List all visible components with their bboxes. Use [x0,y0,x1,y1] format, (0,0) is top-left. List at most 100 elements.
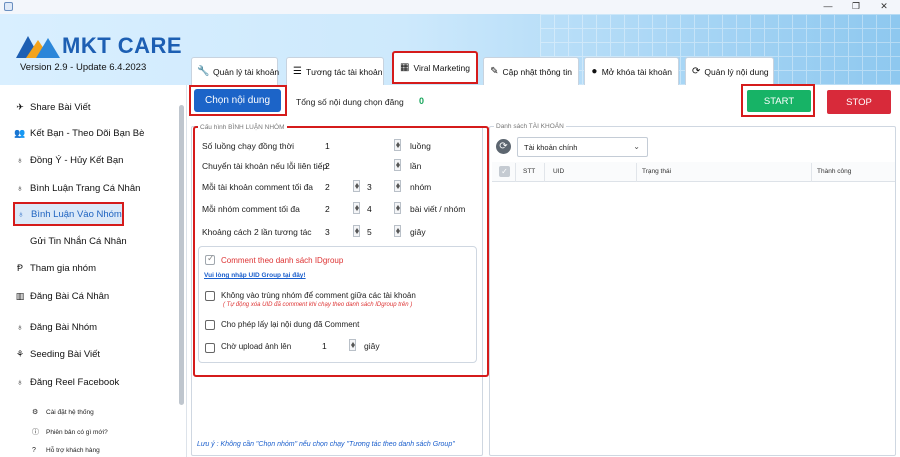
column-divider [515,163,516,182]
user-check-icon: ♁ [16,155,24,165]
pencil-icon: ✎ [490,66,499,77]
switch-account-stepper[interactable] [394,159,401,171]
switch-account-unit: lần [410,161,422,171]
comments-per-account-from-stepper[interactable] [353,180,360,192]
help-icon: ? [32,446,36,454]
info-icon: ⓘ [32,429,39,436]
reuse-comment-label: Cho phép lấy lại nội dung đã Comment [221,320,360,329]
interval-from-stepper[interactable] [353,225,360,237]
wait-upload-value[interactable]: 1 [322,341,327,351]
wait-upload-unit: giây [364,341,380,351]
sidebar-item-label: Tham gia nhóm [30,262,97,274]
tab-label: Quản lý tài khoản [213,66,280,77]
sidebar-item-dang-reel[interactable]: ♁ Đăng Reel Facebook [14,370,174,394]
settings-icon: ⚙ [32,409,39,416]
comments-per-group-from[interactable]: 2 [325,204,330,214]
refresh-icon: ⟳ [692,66,701,77]
wrench-icon: 🔧 [197,66,210,77]
account-select[interactable]: Tài khoản chính ⌄ [517,137,648,157]
sidebar-item-binh-luan-nhom[interactable]: ♁ Bình Luận Vào Nhóm [13,202,124,226]
tab-label: Mở khóa tài khoản [601,66,672,77]
tab-tuong-tac-tai-khoan[interactable]: ☰ Tương tác tài khoản [286,57,384,85]
sidebar-item-seeding[interactable]: ⚘ Seeding Bài Viết [14,342,174,366]
sidebar-item-label: Kết Bạn - Theo Dõi Bạn Bè [30,127,145,139]
tab-viral-marketing[interactable]: ▦ Viral Marketing [392,51,478,84]
comments-per-group-unit: bài viết / nhóm [410,204,466,214]
column-success[interactable]: Thành công [817,168,851,175]
comments-per-group-label: Mỗi nhóm comment tối đa [202,204,300,214]
comments-per-account-to-stepper[interactable] [394,180,401,192]
start-button[interactable]: START [747,90,811,112]
comments-per-account-from[interactable]: 2 [325,182,330,192]
sidebar-item-ket-ban[interactable]: 👥 Kết Bạn - Theo Dõi Bạn Bè [14,121,174,145]
switch-account-value[interactable]: 2 [325,161,330,171]
sidebar-item-dong-y[interactable]: ♁ Đồng Ý - Hủy Kết Bạn [14,148,174,172]
sidebar-item-label: Gửi Tin Nhắn Cá Nhân [30,235,127,247]
app-icon [4,2,13,11]
column-divider [811,163,812,182]
sidebar-footer-settings[interactable]: ⚙ Cài đặt hệ thống [32,405,94,419]
tab-mo-khoa-tai-khoan[interactable]: ● Mở khóa tài khoản [584,57,679,85]
comments-per-account-to[interactable]: 3 [367,182,372,192]
sidebar-footer-help[interactable]: ? Hỗ trợ khách hàng [32,443,100,457]
sidebar-footer-whats-new[interactable]: ⓘ Phiên bản có gì mới? [32,425,108,439]
reel-icon: ♁ [16,377,24,387]
reuse-comment-checkbox[interactable] [205,320,215,330]
book-icon: ▥ [15,290,25,301]
sidebar-item-gui-tin-nhan[interactable]: Gửi Tin Nhắn Cá Nhân [14,229,174,253]
total-content-label: Tổng số nội dung chọn đăng [296,97,404,107]
column-status[interactable]: Trạng thái [642,168,671,175]
maximize-icon[interactable]: ❐ [842,0,870,14]
total-content-value: 0 [419,96,425,106]
refresh-icon[interactable]: ⟳ [496,139,511,154]
sidebar-item-label: Bình Luận Vào Nhóm [31,208,122,220]
wait-upload-stepper[interactable] [349,339,356,351]
idgroup-checkbox[interactable] [205,253,215,265]
tab-cap-nhat-thong-tin[interactable]: ✎ Cập nhật thông tin [483,57,579,85]
idgroup-link[interactable]: Vui lòng nhập UID Group tại đây! [204,272,306,279]
tab-label: Cập nhật thông tin [502,66,572,77]
sidebar-item-binh-luan-trang[interactable]: ♁ Bình Luận Trang Cá Nhân [14,176,174,200]
comments-per-group-from-stepper[interactable] [353,202,360,214]
users-icon: 👥 [14,127,26,138]
no-overlap-checkbox[interactable] [205,291,215,301]
column-stt[interactable]: STT [523,168,535,175]
comments-per-group-to[interactable]: 4 [367,204,372,214]
wait-upload-label: Chờ upload ảnh lên [221,342,292,351]
sidebar-item-dang-bai-nhom[interactable]: ♁ Đăng Bài Nhóm [14,315,174,339]
sidebar-scrollbar[interactable] [179,105,184,405]
sidebar-item-dang-bai-ca-nhan[interactable]: ▥ Đăng Bài Cá Nhân [14,284,174,308]
version-label: Version 2.9 - Update 6.4.2023 [20,62,147,73]
comments-per-account-unit: nhóm [410,182,432,192]
column-divider [544,163,545,182]
sidebar-item-tham-gia-nhom[interactable]: Ᵽ Tham gia nhóm [14,256,174,280]
choose-content-button[interactable]: Chọn nội dung [194,89,281,112]
interval-unit: giây [410,227,426,237]
threads-value[interactable]: 1 [325,141,330,151]
select-all-checkbox[interactable]: ✓ [499,166,510,177]
wait-upload-checkbox[interactable] [205,343,215,353]
comments-per-group-to-stepper[interactable] [394,202,401,214]
no-overlap-hint: ( Tự động xóa UID đã comment khi chạy th… [223,302,413,308]
sidebar-item-label: Đăng Reel Facebook [30,376,120,388]
column-uid[interactable]: UID [553,168,564,175]
sidebar-item-label: Seeding Bài Viết [30,348,101,360]
interval-to-stepper[interactable] [394,225,401,237]
sidebar-footer-label: Hỗ trợ khách hàng [46,446,100,454]
interval-label: Khoảng cách 2 lần tương tác [202,227,312,237]
stop-button[interactable]: STOP [827,90,891,114]
tab-quan-ly-tai-khoan[interactable]: 🔧 Quản lý tài khoản [191,57,280,85]
interval-from[interactable]: 3 [325,227,330,237]
config-legend: Cấu hình BÌNH LUẬN NHÓM [198,124,287,131]
tab-quan-ly-noi-dung[interactable]: ⟳ Quản lý nội dung [685,57,774,85]
config-note: Lưu ý : Không cần "Chọn nhóm" nếu chọn c… [197,441,455,448]
threads-stepper[interactable] [394,139,401,151]
sidebar-item-share[interactable]: ✈ Share Bài Viết [14,95,174,119]
interval-to[interactable]: 5 [367,227,372,237]
idgroup-label: Comment theo danh sách IDgroup [221,256,344,265]
close-icon[interactable]: ✕ [870,0,898,14]
sidebar-item-label: Bình Luận Trang Cá Nhân [30,182,141,194]
minimize-icon[interactable]: — [814,0,842,14]
comment-icon: ♁ [16,183,24,193]
sidebar-footer-label: Cài đặt hệ thống [46,408,94,416]
